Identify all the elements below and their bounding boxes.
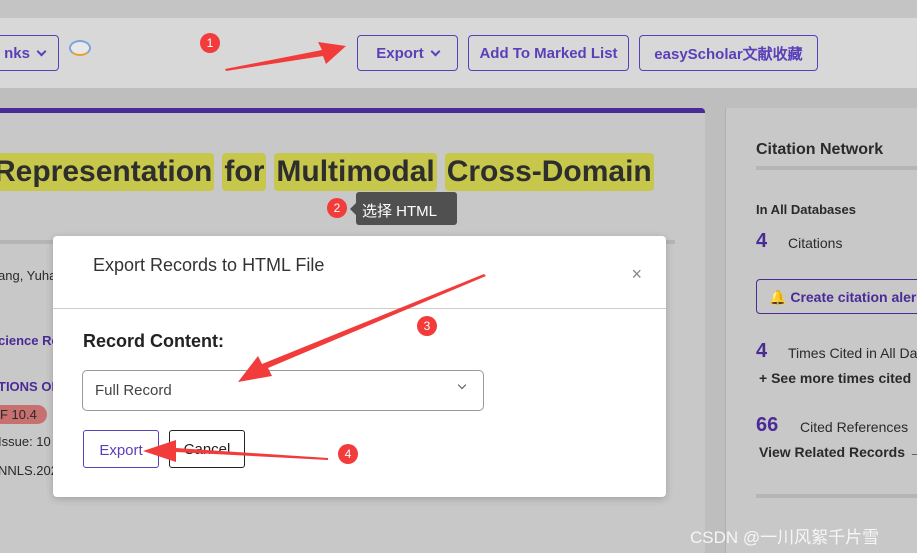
db-label: In All Databases [756, 202, 856, 217]
times-cited-count[interactable]: 4 [756, 340, 767, 363]
divider [756, 166, 917, 170]
chevron-down-icon [457, 380, 467, 390]
journal-link[interactable]: cience Re [0, 333, 59, 348]
step-badge: 2 [327, 198, 347, 218]
cited-refs-count[interactable]: 66 [756, 414, 778, 437]
view-related-link[interactable]: View Related Records → [759, 444, 917, 460]
panel-title: Citation Network [756, 141, 884, 158]
see-more-link[interactable]: + See more times cited [759, 370, 911, 386]
divider [53, 308, 666, 309]
cited-refs-label: Cited References [800, 419, 909, 435]
citations-label: Citations [788, 235, 843, 251]
export-label: Export [376, 44, 424, 62]
bell-icon: 🔔 [769, 289, 787, 305]
close-icon[interactable]: × [631, 264, 642, 285]
links-label: nks [4, 44, 30, 62]
title-word: Multimodal [274, 153, 437, 191]
divider [756, 494, 917, 498]
dialog-title: Export Records to HTML File [93, 255, 325, 275]
easyscholar-button[interactable]: easyScholar文献收藏 [639, 35, 818, 71]
chevron-down-icon [430, 46, 441, 56]
alert-label: Create citation aler [790, 289, 917, 305]
export-dropdown-button[interactable]: Export [357, 35, 458, 71]
issue: Issue: 10 [0, 434, 51, 449]
article-title: Representation for Multimodal Cross-Doma… [0, 153, 654, 191]
impact-factor-badge: F 10.4 [0, 405, 47, 424]
times-cited-label: Times Cited in All Da [788, 345, 917, 361]
top-strip [0, 0, 917, 18]
add-to-marked-list-button[interactable]: Add To Marked List [468, 35, 629, 71]
title-word: Representation [0, 153, 215, 191]
title-word: for [222, 153, 267, 191]
links-button[interactable]: nks [0, 35, 59, 71]
annotation-tooltip: 选择 HTML [350, 192, 457, 225]
create-citation-alert-button[interactable]: 🔔 Create citation aler [756, 279, 917, 314]
journal-name[interactable]: TIONS ON [0, 379, 61, 394]
chevron-down-icon [36, 46, 47, 56]
record-content-label: Record Content: [83, 331, 224, 351]
record-content-select[interactable]: Full Record [82, 370, 484, 411]
step-badge: 3 [417, 316, 437, 336]
cancel-button[interactable]: Cancel [169, 430, 245, 468]
citation-network-panel: Citation Network In All Databases 4 Cita… [725, 108, 917, 553]
export-button[interactable]: Export [83, 430, 159, 468]
step-badge: 4 [338, 444, 358, 464]
citations-count[interactable]: 4 [756, 230, 767, 253]
title-word: Cross-Domain [444, 153, 654, 191]
toolbar: nks Export Add To Marked List easySchola… [0, 18, 917, 88]
select-value: Full Record [95, 382, 172, 399]
doi: NNLS.202 [0, 463, 58, 478]
export-html-dialog: Export Records to HTML File × Record Con… [53, 236, 666, 497]
watermark: CSDN @一川风絮千片雪 [690, 528, 880, 547]
easyscholar-logo-icon[interactable] [69, 40, 91, 56]
step-badge: 1 [200, 33, 220, 53]
